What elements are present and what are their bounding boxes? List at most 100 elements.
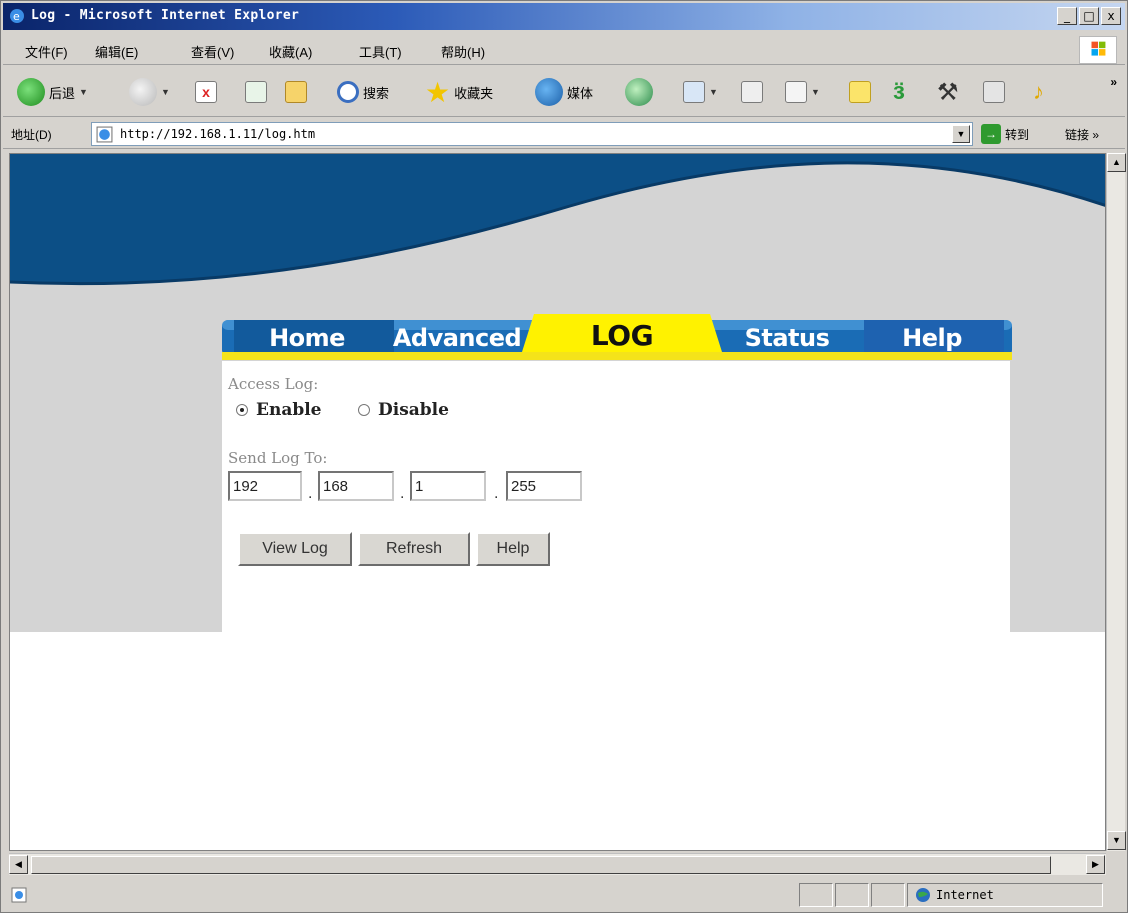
zone-label: Internet	[936, 888, 994, 902]
media-label: 媒体	[567, 85, 594, 101]
search-label: 搜索	[363, 85, 390, 101]
home-toolbar-button[interactable]	[285, 77, 307, 107]
disable-radio[interactable]	[358, 404, 370, 416]
chevron-down-icon: ▼	[161, 87, 170, 97]
scroll-down-button[interactable]: ▼	[1107, 831, 1126, 850]
send-log-to-label: Send Log To:	[228, 449, 328, 467]
research-button[interactable]: ♪	[1033, 77, 1044, 107]
tab-advanced[interactable]: Advanced	[392, 320, 522, 356]
horizontal-scrollbar[interactable]: ◀ ▶	[9, 853, 1106, 875]
history-button[interactable]	[625, 77, 653, 107]
help-button[interactable]: Help	[476, 532, 550, 566]
enable-radio[interactable]	[236, 404, 248, 416]
tab-status[interactable]: Status	[732, 320, 842, 356]
ip-separator: .	[308, 485, 313, 502]
chevron-down-icon: ▼	[709, 87, 718, 97]
discuss-button[interactable]	[849, 77, 871, 107]
page-status-icon	[11, 887, 27, 903]
messenger-button[interactable]: ӟ	[893, 77, 905, 107]
ip-octet-2-input[interactable]	[318, 471, 394, 501]
media-button[interactable]: 媒体	[535, 77, 593, 107]
menu-file[interactable]: 文件(F)	[25, 42, 68, 61]
window-title: Log - Microsoft Internet Explorer	[31, 8, 300, 23]
home-icon	[285, 81, 307, 103]
toolbar: 后退 ▼ ▼ x 搜索 ★ 收藏夹 媒体 ▼ ▼ ӟ ⚒ ♪ »	[3, 67, 1125, 117]
enable-label: Enable	[256, 400, 322, 420]
tab-help[interactable]: Help	[882, 320, 982, 356]
print-icon	[741, 81, 763, 103]
svg-text:e: e	[13, 10, 20, 23]
nav-tabs: Home Advanced LOG Status Help	[222, 312, 1012, 362]
chevron-down-icon: ▼	[811, 87, 820, 97]
globe-icon	[916, 888, 930, 902]
menu-bar: 文件(F) 编辑(E) 查看(V) 收藏(A) 工具(T) 帮助(H)	[3, 33, 1125, 65]
address-label: 地址(D)	[11, 128, 52, 142]
status-pane	[835, 883, 869, 907]
title-bar: e Log - Microsoft Internet Explorer _ □ …	[3, 3, 1125, 30]
vertical-scrollbar[interactable]: ▲ ▼	[1106, 153, 1126, 851]
toolbar-overflow-button[interactable]: »	[1110, 75, 1117, 89]
chevron-down-icon: ▼	[79, 87, 88, 97]
messenger-icon: ӟ	[893, 78, 905, 105]
tab-home[interactable]: Home	[252, 320, 362, 356]
scroll-right-button[interactable]: ▶	[1086, 855, 1105, 874]
refresh-button[interactable]: Refresh	[358, 532, 470, 566]
history-icon	[625, 78, 653, 106]
stop-icon: x	[195, 81, 217, 103]
scroll-up-button[interactable]: ▲	[1107, 153, 1126, 172]
status-bar: Internet	[3, 879, 1125, 910]
scroll-left-button[interactable]: ◀	[9, 855, 28, 874]
translate-icon	[983, 81, 1005, 103]
tool-icon: ⚒	[937, 78, 959, 106]
disable-option[interactable]: Disable	[358, 400, 449, 420]
translate-button[interactable]	[983, 77, 1005, 107]
back-button[interactable]: 后退 ▼	[17, 77, 88, 107]
mail-button[interactable]: ▼	[683, 77, 718, 107]
star-icon: ★	[425, 76, 451, 108]
windows-logo-icon	[1079, 36, 1117, 64]
maximize-button[interactable]: □	[1079, 7, 1099, 25]
page-viewport: Home Advanced LOG Status Help Access Log…	[9, 153, 1106, 851]
menu-edit[interactable]: 编辑(E)	[95, 42, 138, 61]
address-input[interactable]: http://192.168.1.11/log.htm ▼	[91, 122, 973, 146]
print-button[interactable]	[741, 77, 763, 107]
stop-button[interactable]: x	[195, 77, 217, 107]
status-pane	[799, 883, 833, 907]
ip-separator: .	[494, 485, 499, 502]
enable-option[interactable]: Enable	[236, 400, 322, 420]
edit-button[interactable]: ▼	[785, 77, 820, 107]
forward-arrow-icon	[129, 78, 157, 106]
close-button[interactable]: x	[1101, 7, 1121, 25]
search-button[interactable]: 搜索	[337, 77, 389, 107]
ip-octet-4-input[interactable]	[506, 471, 582, 501]
back-arrow-icon	[17, 78, 45, 106]
ip-octet-3-input[interactable]	[410, 471, 486, 501]
refresh-toolbar-button[interactable]	[245, 77, 267, 107]
log-settings-panel: Access Log: Enable Disable Send Log To: …	[222, 361, 1010, 632]
menu-view[interactable]: 查看(V)	[191, 42, 234, 61]
disable-label: Disable	[378, 400, 449, 420]
address-dropdown-button[interactable]: ▼	[952, 125, 970, 143]
favorites-button[interactable]: ★ 收藏夹	[425, 76, 493, 108]
ip-octet-1-input[interactable]	[228, 471, 302, 501]
go-button[interactable]: → 转到	[981, 124, 1029, 144]
refresh-icon	[245, 81, 267, 103]
go-label: 转到	[1005, 127, 1030, 142]
address-bar: 地址(D) http://192.168.1.11/log.htm ▼ → 转到…	[3, 119, 1125, 149]
tab-log[interactable]: LOG	[542, 314, 702, 358]
minimize-button[interactable]: _	[1057, 7, 1077, 25]
menu-help[interactable]: 帮助(H)	[441, 42, 485, 61]
view-log-button[interactable]: View Log	[238, 532, 352, 566]
horizontal-scroll-thumb[interactable]	[31, 856, 1051, 874]
links-button[interactable]: 链接 »	[1065, 126, 1099, 143]
search-icon	[337, 81, 359, 103]
edit-icon	[785, 81, 807, 103]
page-icon	[96, 126, 113, 143]
ie-icon: e	[10, 9, 24, 23]
menu-favorites[interactable]: 收藏(A)	[269, 42, 312, 61]
go-arrow-icon: →	[981, 124, 1001, 144]
menu-tools[interactable]: 工具(T)	[359, 42, 402, 61]
tool-button[interactable]: ⚒	[937, 77, 959, 107]
status-pane	[871, 883, 905, 907]
forward-button[interactable]: ▼	[129, 77, 170, 107]
